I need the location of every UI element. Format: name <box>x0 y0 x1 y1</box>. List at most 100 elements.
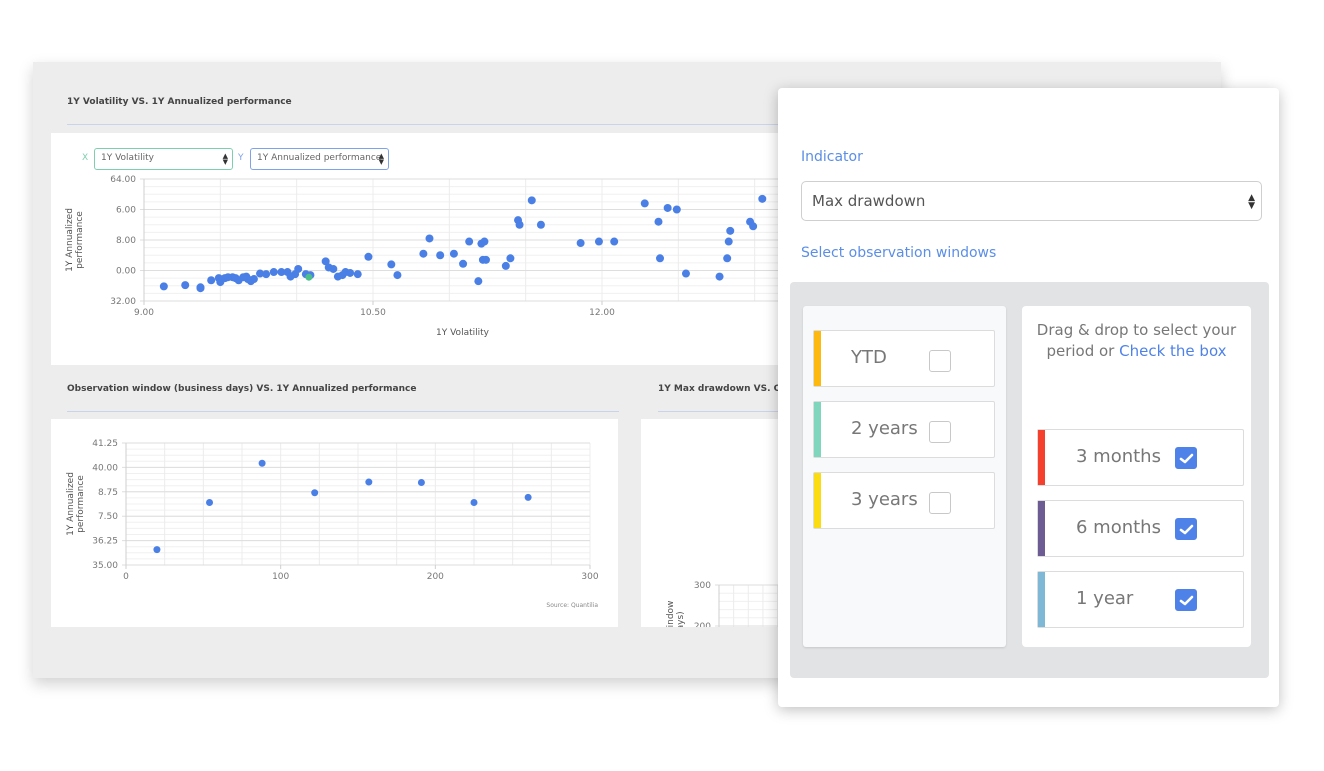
data-point <box>576 239 585 248</box>
y-tick-label: 0.00 <box>116 267 136 277</box>
data-point <box>506 254 515 263</box>
y-axis-title: Observation window <box>666 601 676 627</box>
check-the-box-link[interactable]: Check the box <box>1119 342 1226 360</box>
data-point <box>715 272 724 281</box>
window-item-label: 6 months <box>1076 517 1161 538</box>
chart1-title: 1Y Volatility VS. 1Y Annualized performa… <box>67 97 292 107</box>
data-point <box>346 268 355 277</box>
data-point <box>656 254 665 263</box>
window-item-2-years[interactable]: 2 years <box>813 401 995 458</box>
window-checkbox-checked[interactable] <box>1175 589 1197 611</box>
data-point <box>262 270 271 279</box>
chart1-plot: 32.000.008.006.0064.009.0010.5012.0013.1… <box>65 175 811 338</box>
data-point <box>417 479 425 487</box>
y-tick-label: 300 <box>694 581 711 591</box>
window-checkbox[interactable] <box>929 492 951 514</box>
data-point <box>294 264 303 273</box>
y-tick-label: 7.50 <box>98 512 118 522</box>
data-point <box>663 203 672 212</box>
data-point <box>515 220 524 229</box>
window-item-label: 1 year <box>1076 588 1134 609</box>
observation-windows-label: Select observation windows <box>801 245 997 261</box>
available-windows-column[interactable]: YTD 2 years 3 years <box>803 306 1006 647</box>
chart2-title: Observation window (business days) VS. 1… <box>67 384 417 394</box>
data-point <box>640 199 649 208</box>
window-item-label: 3 years <box>851 489 918 510</box>
y-tick-label: 8.00 <box>116 236 136 246</box>
y-tick-label: 64.00 <box>110 175 136 185</box>
data-point <box>681 269 690 278</box>
data-point <box>749 222 758 231</box>
window-color-bar <box>1038 501 1045 556</box>
drag-drop-hint: Drag & drop to select your period or Che… <box>1022 320 1251 362</box>
data-point <box>610 237 619 246</box>
data-point <box>536 220 545 229</box>
chart1-card: X 1Y Volatility ▲ ▼ Y 1Y Annualized perfo… <box>51 133 811 365</box>
window-color-bar <box>814 402 821 457</box>
window-checkbox-checked[interactable] <box>1175 447 1197 469</box>
y-axis-title: performance <box>75 211 85 269</box>
data-point <box>724 237 733 246</box>
data-point <box>393 271 402 280</box>
selected-windows-column[interactable]: Drag & drop to select your period or Che… <box>1022 306 1251 647</box>
window-item-3-years[interactable]: 3 years <box>813 472 995 529</box>
y-tick-label: 40.00 <box>92 463 118 473</box>
chart-source-note: Source: Quantilia <box>546 602 598 609</box>
window-color-bar <box>814 331 821 386</box>
data-point <box>654 217 663 226</box>
window-checkbox[interactable] <box>929 421 951 443</box>
indicator-select[interactable]: Max drawdown ▲ ▼ <box>801 181 1262 221</box>
x-tick-label: 300 <box>581 572 598 582</box>
checkmark-icon <box>1179 524 1194 535</box>
window-item-1-year[interactable]: 1 year <box>1037 571 1244 628</box>
y-tick-label: 200 <box>694 622 711 627</box>
data-point <box>723 254 732 263</box>
chart1-divider <box>67 124 827 125</box>
window-color-bar <box>814 473 821 528</box>
y-tick-label: 35.00 <box>92 561 118 571</box>
window-item-label: YTD <box>851 347 887 368</box>
indicator-label: Indicator <box>801 149 863 165</box>
data-point <box>159 282 168 291</box>
data-point <box>311 489 319 497</box>
data-point <box>524 493 532 501</box>
data-point <box>459 259 468 268</box>
x-tick-label: 12.00 <box>589 308 615 318</box>
y-tick-label: 36.25 <box>92 537 118 547</box>
checkmark-icon <box>1179 453 1194 464</box>
chart2-divider <box>67 411 619 412</box>
window-item-6-months[interactable]: 6 months <box>1037 500 1244 557</box>
window-color-bar <box>1038 572 1045 627</box>
data-point <box>181 281 190 290</box>
x-tick-label: 0 <box>123 572 129 582</box>
window-item-label: 2 years <box>851 418 918 439</box>
y-tick-label: 32.00 <box>110 297 136 307</box>
window-checkbox[interactable] <box>929 350 951 372</box>
data-point <box>425 234 434 243</box>
data-point <box>365 478 373 486</box>
data-point <box>470 499 478 507</box>
data-point <box>249 275 258 284</box>
data-point <box>207 276 216 285</box>
x-tick-label: 9.00 <box>134 308 154 318</box>
data-point <box>672 205 681 214</box>
data-point <box>329 264 338 273</box>
y-axis-title: (business days) <box>676 611 686 627</box>
indicator-panel: Indicator Max drawdown ▲ ▼ Select observa… <box>778 88 1279 707</box>
window-item-ytd[interactable]: YTD <box>813 330 995 387</box>
data-point <box>269 268 278 277</box>
window-checkbox-checked[interactable] <box>1175 518 1197 540</box>
select-arrows-icon: ▲ ▼ <box>1248 193 1255 211</box>
chart3-divider <box>658 411 798 412</box>
y-axis-title: 1Y Annualized <box>65 208 75 272</box>
data-point <box>481 255 490 264</box>
chart2-card: 35.0036.257.508.7540.0041.250100200300Ob… <box>51 419 618 627</box>
data-point <box>501 261 510 270</box>
data-point <box>258 459 266 467</box>
window-item-label: 3 months <box>1076 446 1161 467</box>
window-item-3-months[interactable]: 3 months <box>1037 429 1244 486</box>
y-tick-label: 41.25 <box>92 439 118 449</box>
window-color-bar <box>1038 430 1045 485</box>
data-point <box>726 226 735 235</box>
y-axis-title: 1Y Annualized <box>66 472 76 536</box>
